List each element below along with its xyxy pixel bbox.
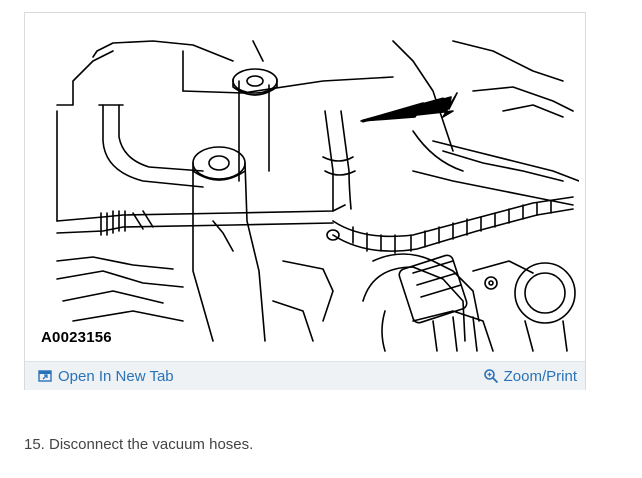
open-new-tab-button[interactable]: Open In New Tab bbox=[37, 362, 174, 390]
zoom-icon bbox=[483, 369, 498, 384]
open-new-tab-label: Open In New Tab bbox=[58, 367, 174, 385]
engine-illustration bbox=[33, 21, 579, 361]
figure-container: A0023156 Open In New Tab Zoom/Print bbox=[24, 12, 586, 390]
open-new-tab-icon bbox=[38, 370, 52, 382]
figure-id-label: A0023156 bbox=[41, 329, 112, 346]
step-instruction: 15. Disconnect the vacuum hoses. bbox=[24, 436, 254, 453]
image-toolbar: Open In New Tab Zoom/Print bbox=[25, 361, 585, 390]
zoom-print-label: Zoom/Print bbox=[503, 367, 577, 385]
zoom-print-button[interactable]: Zoom/Print bbox=[483, 362, 577, 390]
